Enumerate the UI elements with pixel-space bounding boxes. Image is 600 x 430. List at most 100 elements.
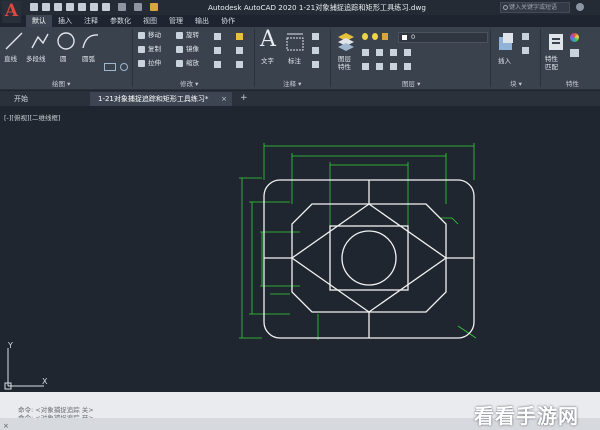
layer-dropdown[interactable]: 0 [398,32,488,43]
new-file-icon[interactable] [30,3,38,11]
stretch-button[interactable]: 拉伸 [138,59,161,68]
color-wheel-icon[interactable] [570,33,579,42]
layer-tool-icon[interactable] [404,49,411,56]
layer-properties-icon[interactable] [336,31,356,53]
explode-icon[interactable] [236,47,243,54]
insert-button[interactable]: 插入 [498,55,511,65]
offset-icon[interactable] [236,61,243,68]
edit-block-icon[interactable] [522,47,529,54]
layer-freeze-icon[interactable] [372,33,378,40]
layer-lock-icon[interactable] [382,33,388,40]
circle-icon[interactable] [56,31,76,51]
open-file-icon[interactable] [42,3,50,11]
app-logo-icon[interactable]: A [2,1,21,23]
close-icon[interactable]: × [221,92,227,106]
layer-tool-icon[interactable] [376,63,383,70]
tab-parametric[interactable]: 参数化 [104,15,137,27]
layer-tool-icon[interactable] [390,63,397,70]
arc-button[interactable]: 圆弧 [82,53,95,63]
ucs-x-label: X [42,377,48,386]
block-group-label[interactable]: 块 ▾ [510,79,522,89]
table-icon[interactable] [312,61,319,68]
close-icon[interactable]: × [3,422,9,430]
current-layer-value: 0 [411,33,416,41]
separator [330,29,331,87]
tab-default[interactable]: 默认 [26,15,52,27]
web-icon[interactable] [78,3,86,11]
fillet-icon[interactable] [214,47,221,54]
dimension-lines [239,143,477,340]
tab-drawing[interactable]: 1-21对象捕捉追踪和矩形工具练习* × [90,92,232,106]
title-bar: A Autodesk AutoCAD 2020 1-21对象捕捉追踪和矩形工具练… [0,0,600,23]
polyline-button[interactable]: 多段线 [26,53,46,63]
ellipse-icon[interactable] [120,63,128,71]
leader-icon[interactable] [312,47,319,54]
dimension-button[interactable]: 标注 [288,55,301,65]
trim-icon[interactable] [214,33,221,40]
tab-insert[interactable]: 插入 [52,15,78,27]
separator [490,29,491,87]
create-block-icon[interactable] [522,33,529,40]
tab-output[interactable]: 输出 [189,15,215,27]
arc-icon[interactable] [80,31,100,51]
match-properties-icon[interactable] [546,31,566,53]
rotate-button[interactable]: 旋转 [176,31,199,40]
layer-tool-icon[interactable] [362,49,369,56]
linetype-icon[interactable] [570,49,579,57]
tab-drawing-label: 1-21对象捕捉追踪和矩形工具练习* [98,95,209,103]
text-button[interactable]: 文字 [261,55,274,65]
mirror-button[interactable]: 镜像 [176,45,199,54]
tab-annotate[interactable]: 注释 [78,15,104,27]
tab-manage[interactable]: 管理 [163,15,189,27]
linear-dim-icon[interactable] [312,33,319,40]
layer-properties-button[interactable]: 图层特性 [338,55,356,71]
annotation-group-label[interactable]: 注释 ▾ [283,79,301,89]
modify-group-label[interactable]: 修改 ▾ [180,79,198,89]
circle-button[interactable]: 圆 [60,53,67,63]
save-icon[interactable] [54,3,62,11]
dimension-icon[interactable] [284,31,306,53]
array-icon[interactable] [214,61,221,68]
undo-icon[interactable] [118,3,126,11]
search-placeholder: 键入关键字或短语 [509,4,558,11]
layer-tool-icon[interactable] [404,63,411,70]
ucs-icon [4,348,44,390]
copy-button[interactable]: 复制 [138,45,161,54]
layers-group-label[interactable]: 图层 ▾ [402,79,420,89]
share-icon[interactable] [150,3,158,11]
tab-start[interactable]: 开始 [6,92,90,106]
drawing-canvas[interactable]: Y X [0,106,600,392]
drawing-viewport[interactable]: [-][俯视][二维线框] Y X [0,106,600,392]
search-icon [503,5,508,10]
tab-collaborate[interactable]: 协作 [215,15,241,27]
ucs-y-label: Y [7,341,13,350]
tab-view[interactable]: 视图 [137,15,163,27]
add-tab-icon[interactable]: + [240,93,248,103]
window-title: Autodesk AutoCAD 2020 1-21对象捕捉追踪和矩形工具练习.… [208,3,426,12]
plot-icon[interactable] [102,3,110,11]
line-button[interactable]: 直线 [4,53,17,63]
properties-group-label[interactable]: 特性 [566,79,579,89]
layer-tool-icon[interactable] [362,63,369,70]
layer-tool-icon[interactable] [390,49,397,56]
save-online-icon[interactable] [90,3,98,11]
insert-block-icon[interactable] [496,31,516,53]
match-properties-button[interactable]: 特性匹配 [545,55,563,71]
redo-icon[interactable] [134,3,142,11]
draw-group-label[interactable]: 绘图 ▾ [52,79,70,89]
save-as-icon[interactable] [66,3,74,11]
separator [132,29,133,87]
search-input[interactable]: 键入关键字或短语 [500,2,570,13]
text-icon[interactable]: A [260,28,276,52]
separator [540,29,541,87]
ribbon-panel: 直线 多段线 圆 圆弧 绘图 ▾ 移动 旋转 复制 镜像 拉伸 缩放 修改 ▾ … [0,27,600,90]
move-button[interactable]: 移动 [138,31,161,40]
rectangle-icon[interactable] [104,63,116,71]
line-icon[interactable] [4,31,24,51]
layer-on-icon[interactable] [362,33,368,40]
layer-tool-icon[interactable] [376,49,383,56]
scale-button[interactable]: 缩放 [176,59,199,68]
polyline-icon[interactable] [30,31,50,51]
erase-icon[interactable] [236,33,243,40]
user-icon[interactable] [576,3,584,11]
